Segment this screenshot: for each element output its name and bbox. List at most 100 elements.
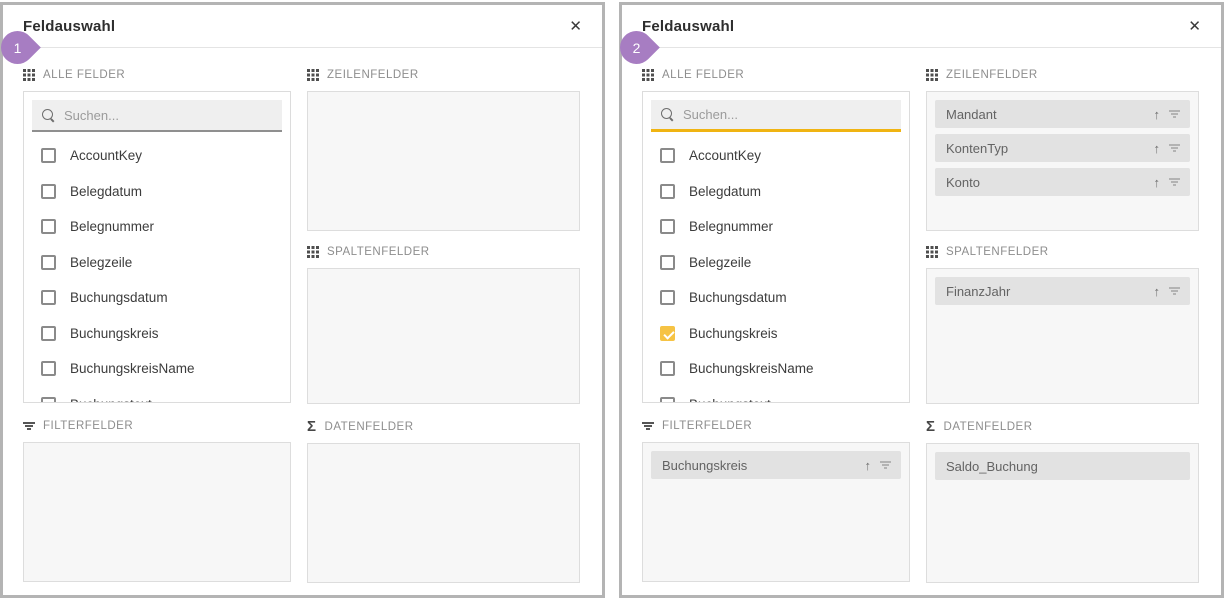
field-chip[interactable]: Konto↑ [935, 168, 1190, 196]
sort-asc-icon[interactable]: ↑ [1154, 108, 1161, 121]
field-label: Belegdatum [70, 184, 142, 199]
field-checkbox-row[interactable]: BuchungskreisName [651, 351, 901, 387]
field-label: AccountKey [70, 148, 142, 163]
filter-fields-dropzone[interactable] [23, 442, 291, 582]
search-box [651, 100, 901, 132]
checkbox-icon[interactable] [41, 148, 56, 163]
field-label: BuchungskreisName [70, 361, 195, 376]
close-icon[interactable]: ✕ [569, 19, 582, 34]
field-checkbox-row[interactable]: Buchungstext [32, 387, 282, 404]
chip-label: FinanzJahr [946, 284, 1010, 299]
sort-asc-icon[interactable]: ↑ [1154, 285, 1161, 298]
field-chip[interactable]: Mandant↑ [935, 100, 1190, 128]
field-label: Buchungsdatum [689, 290, 787, 305]
search-input[interactable] [64, 108, 272, 123]
checkbox-icon[interactable] [660, 219, 675, 234]
checkbox-icon[interactable] [41, 219, 56, 234]
field-chip[interactable]: Saldo_Buchung [935, 452, 1190, 480]
page-title: Feldauswahl [23, 18, 115, 35]
search-input[interactable] [683, 107, 891, 122]
checkbox-checked-icon[interactable] [660, 326, 675, 341]
chip-icons: ↑ [1154, 142, 1181, 155]
field-checkbox-list: AccountKey Belegdatum BelegnummerBelegzeil… [32, 138, 282, 403]
close-icon[interactable]: ✕ [1188, 19, 1201, 34]
field-label: BuchungskreisName [689, 361, 814, 376]
field-checkbox-row[interactable]: Belegzeile [32, 245, 282, 281]
column-fields-dropzone[interactable] [307, 268, 580, 404]
sigma-icon: Σ [926, 421, 936, 433]
row-fields-dropzone[interactable]: Mandant↑KontenTyp↑Konto↑ [926, 91, 1199, 231]
field-checkbox-row[interactable]: BuchungskreisName [32, 351, 282, 387]
field-label: Buchungstext [689, 397, 771, 403]
sort-asc-icon[interactable]: ↑ [1154, 142, 1161, 155]
data-fields-dropzone[interactable] [307, 443, 580, 583]
field-label: Buchungsdatum [70, 290, 168, 305]
checkbox-icon[interactable] [660, 290, 675, 305]
field-chip[interactable]: FinanzJahr ↑ [935, 277, 1190, 305]
checkbox-icon[interactable] [41, 361, 56, 376]
checkbox-icon[interactable] [660, 255, 675, 270]
field-checkbox-row[interactable]: Buchungstext [651, 387, 901, 404]
field-checkbox-row[interactable]: Belegdatum [32, 174, 282, 210]
field-checkbox-row[interactable]: Belegnummer [32, 209, 282, 245]
dialog-header: Feldauswahl ✕ [622, 5, 1221, 48]
field-checkbox-row[interactable]: Buchungsdatum [651, 280, 901, 316]
sort-asc-icon[interactable]: ↑ [865, 459, 872, 472]
filter-fields-dropzone[interactable]: Buchungskreis ↑ [642, 442, 910, 582]
checkbox-icon[interactable] [41, 326, 56, 341]
field-checkbox-row[interactable]: Buchungskreis [32, 316, 282, 352]
section-row-fields: ZEILENFELDER [307, 68, 580, 82]
grid-icon [307, 246, 319, 258]
filter-list-icon[interactable] [880, 461, 891, 469]
chip-label: Saldo_Buchung [946, 459, 1038, 474]
row-fields-dropzone[interactable] [307, 91, 580, 231]
checkbox-icon[interactable] [660, 184, 675, 199]
section-data-fields: Σ DATENFELDER [307, 420, 580, 434]
chip-icons: ↑ [1154, 285, 1181, 298]
checkbox-icon[interactable] [660, 361, 675, 376]
field-chip[interactable]: Buchungskreis ↑ [651, 451, 901, 479]
field-checkbox-row[interactable]: AccountKey [651, 138, 901, 174]
field-label: Belegnummer [689, 219, 773, 234]
chip-label: Buchungskreis [662, 458, 747, 473]
dialog-header: Feldauswahl ✕ [3, 5, 602, 48]
checkbox-icon[interactable] [41, 255, 56, 270]
checkbox-icon[interactable] [660, 397, 675, 403]
sort-asc-icon[interactable]: ↑ [1154, 176, 1161, 189]
field-checkbox-row[interactable]: Buchungskreis [651, 316, 901, 352]
section-all-fields: ALLE FELDER [642, 68, 910, 82]
section-row-fields: ZEILENFELDER [926, 68, 1199, 82]
grid-icon [926, 246, 938, 258]
grid-icon [307, 69, 319, 81]
checkbox-icon[interactable] [41, 397, 56, 403]
checkbox-icon[interactable] [660, 148, 675, 163]
field-checkbox-row[interactable]: Belegzeile [651, 245, 901, 281]
field-label: Belegdatum [689, 184, 761, 199]
field-checkbox-row[interactable]: Buchungsdatum [32, 280, 282, 316]
section-column-fields: SPALTENFELDER [307, 245, 580, 259]
checkbox-icon[interactable] [41, 290, 56, 305]
chip-label: KontenTyp [946, 141, 1008, 156]
checkbox-icon[interactable] [41, 184, 56, 199]
step-badge-2: 2 [613, 24, 660, 71]
field-checkbox-row[interactable]: Belegnummer [651, 209, 901, 245]
search-box [32, 100, 282, 132]
filter-list-icon[interactable] [1169, 144, 1180, 152]
field-checkbox-row[interactable]: Belegdatum [651, 174, 901, 210]
column-fields-dropzone[interactable]: FinanzJahr ↑ [926, 268, 1199, 404]
filter-list-icon[interactable] [1169, 178, 1180, 186]
filter-list-icon[interactable] [1169, 287, 1180, 295]
grid-icon [23, 69, 35, 81]
field-chooser-panel-1: 1 Feldauswahl ✕ ALLE FELDER AccountKeyBe… [0, 2, 605, 598]
section-data-fields: Σ DATENFELDER [926, 420, 1199, 434]
data-fields-dropzone[interactable]: Saldo_Buchung [926, 443, 1199, 583]
field-checkbox-list: AccountKey Belegdatum Belegnummer Belegzeil… [651, 138, 901, 403]
page-title: Feldauswahl [642, 18, 734, 35]
field-chip[interactable]: KontenTyp ↑ [935, 134, 1190, 162]
field-chooser-panel-2: 2 Feldauswahl ✕ ALLE FELDER AccountKeyBe… [619, 2, 1224, 598]
all-fields-list: AccountKey Belegdatum BelegnummerBelegzeil… [23, 91, 291, 403]
filter-list-icon[interactable] [1169, 110, 1180, 118]
field-label: Buchungstext [70, 397, 152, 403]
field-checkbox-row[interactable]: AccountKey [32, 138, 282, 174]
section-all-fields: ALLE FELDER [23, 68, 291, 82]
